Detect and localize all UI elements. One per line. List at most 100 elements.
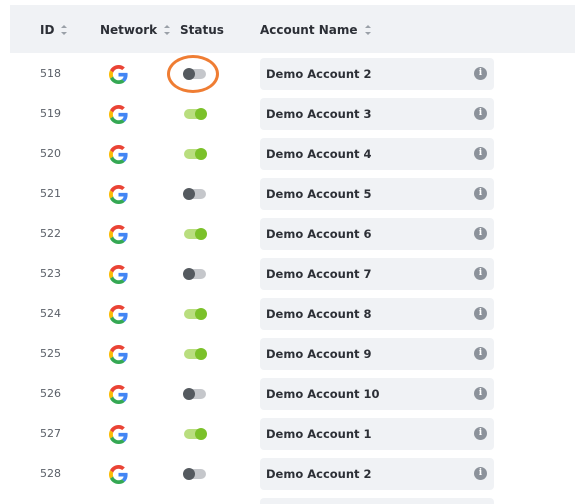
info-icon[interactable]: i <box>474 147 487 160</box>
info-icon[interactable]: i <box>474 107 487 120</box>
info-icon[interactable]: i <box>474 467 487 480</box>
google-icon <box>109 185 128 204</box>
info-icon[interactable]: i <box>474 227 487 240</box>
column-header-id-label: ID <box>40 23 55 37</box>
column-header-account-name[interactable]: Account Name <box>260 23 371 37</box>
table-row: 523 Demo Account 7 i <box>0 254 575 294</box>
row-id: 519 <box>40 107 61 120</box>
google-icon <box>109 345 128 364</box>
info-icon[interactable]: i <box>474 427 487 440</box>
account-name: Demo Account 7 <box>266 267 372 281</box>
account-name: Demo Account 4 <box>266 147 372 161</box>
account-name: Demo Account 1 <box>266 427 372 441</box>
google-icon <box>109 105 128 124</box>
info-icon[interactable]: i <box>474 307 487 320</box>
google-icon <box>109 145 128 164</box>
status-toggle[interactable] <box>183 468 206 480</box>
google-icon <box>109 225 128 244</box>
toggle-knob <box>195 308 207 320</box>
account-name: Demo Account 8 <box>266 307 372 321</box>
row-id: 522 <box>40 227 61 240</box>
table-body: 518 Demo Account 2 i 519 Demo Account 3 i 520 D… <box>0 54 575 494</box>
account-name-cell[interactable]: Demo Account 8 i <box>260 298 494 330</box>
column-header-status: Status <box>180 23 224 37</box>
account-name-cell[interactable]: Demo Account 3 i <box>260 98 494 130</box>
toggle-knob <box>195 348 207 360</box>
account-name: Demo Account 2 <box>266 67 372 81</box>
column-header-account-name-label: Account Name <box>260 23 358 37</box>
highlight-circle <box>167 55 219 93</box>
info-icon[interactable]: i <box>474 347 487 360</box>
table-row: 528 Demo Account 2 i <box>0 454 575 494</box>
account-name-cell[interactable]: Demo Account 1 i <box>260 418 494 450</box>
column-header-network[interactable]: Network <box>100 23 171 37</box>
table-row: 526 Demo Account 10 i <box>0 374 575 414</box>
row-id: 524 <box>40 307 61 320</box>
google-icon <box>109 265 128 284</box>
account-name: Demo Account 2 <box>266 467 372 481</box>
google-icon <box>109 305 128 324</box>
row-id: 526 <box>40 387 61 400</box>
sort-icon[interactable] <box>364 25 371 35</box>
google-icon <box>109 425 128 444</box>
row-id: 525 <box>40 347 61 360</box>
table-row: 520 Demo Account 4 i <box>0 134 575 174</box>
sort-icon[interactable] <box>61 25 68 35</box>
status-toggle[interactable] <box>184 228 207 240</box>
account-name-cell[interactable]: Demo Account 2 i <box>260 458 494 490</box>
table-row: 518 Demo Account 2 i <box>0 54 575 94</box>
info-icon[interactable]: i <box>474 267 487 280</box>
toggle-knob <box>183 468 195 480</box>
row-id: 523 <box>40 267 61 280</box>
toggle-knob <box>183 388 195 400</box>
account-name-cell[interactable]: Demo Account 2 i <box>260 58 494 90</box>
account-name: Demo Account 6 <box>266 227 372 241</box>
partial-row <box>260 498 494 504</box>
account-name: Demo Account 9 <box>266 347 372 361</box>
account-name-cell[interactable]: Demo Account 4 i <box>260 138 494 170</box>
account-name-cell[interactable]: Demo Account 5 i <box>260 178 494 210</box>
row-id: 527 <box>40 427 61 440</box>
info-icon[interactable]: i <box>474 187 487 200</box>
column-header-status-label: Status <box>180 23 224 37</box>
column-header-id[interactable]: ID <box>40 23 68 37</box>
toggle-knob <box>195 108 207 120</box>
toggle-knob <box>183 268 195 280</box>
status-toggle[interactable] <box>184 108 207 120</box>
table-row: 527 Demo Account 1 i <box>0 414 575 454</box>
account-name: Demo Account 10 <box>266 387 380 401</box>
row-id: 528 <box>40 467 61 480</box>
account-name: Demo Account 3 <box>266 107 372 121</box>
google-icon <box>109 65 128 84</box>
column-header-network-label: Network <box>100 23 158 37</box>
toggle-knob <box>195 428 207 440</box>
row-id: 521 <box>40 187 61 200</box>
status-toggle[interactable] <box>183 188 206 200</box>
table-row: 525 Demo Account 9 i <box>0 334 575 374</box>
account-name-cell[interactable]: Demo Account 7 i <box>260 258 494 290</box>
table-row: 519 Demo Account 3 i <box>0 94 575 134</box>
row-id: 520 <box>40 147 61 160</box>
toggle-knob <box>195 228 207 240</box>
info-icon[interactable]: i <box>474 67 487 80</box>
status-toggle[interactable] <box>183 388 206 400</box>
account-name-cell[interactable]: Demo Account 6 i <box>260 218 494 250</box>
info-icon[interactable]: i <box>474 387 487 400</box>
account-name: Demo Account 5 <box>266 187 372 201</box>
account-name-cell[interactable]: Demo Account 10 i <box>260 378 494 410</box>
account-name-cell[interactable]: Demo Account 9 i <box>260 338 494 370</box>
table-row: 521 Demo Account 5 i <box>0 174 575 214</box>
table-row: 522 Demo Account 6 i <box>0 214 575 254</box>
status-toggle[interactable] <box>184 348 207 360</box>
google-icon <box>109 385 128 404</box>
google-icon <box>109 465 128 484</box>
status-toggle[interactable] <box>184 308 207 320</box>
toggle-knob <box>183 188 195 200</box>
status-toggle[interactable] <box>183 268 206 280</box>
status-toggle[interactable] <box>184 428 207 440</box>
sort-icon[interactable] <box>164 25 171 35</box>
table-row: 524 Demo Account 8 i <box>0 294 575 334</box>
toggle-knob <box>195 148 207 160</box>
status-toggle[interactable] <box>184 148 207 160</box>
row-id: 518 <box>40 67 61 80</box>
